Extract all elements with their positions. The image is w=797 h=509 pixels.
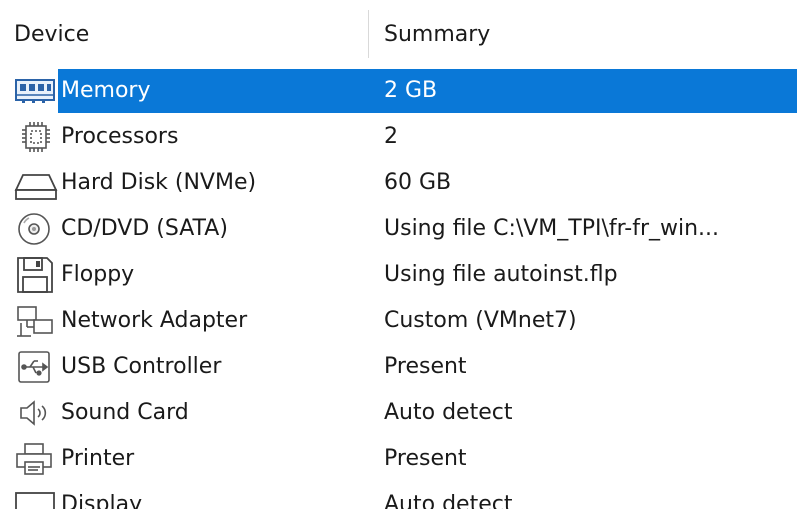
column-divider[interactable] — [368, 10, 369, 58]
device-summary: 60 GB — [384, 170, 452, 195]
device-row-cd-dvd[interactable]: CD/DVD (SATA) Using file C:\VM_TPI\fr-fr… — [0, 206, 797, 252]
device-name: Network Adapter — [61, 308, 248, 333]
device-cell: Display — [13, 482, 146, 509]
device-summary: Auto detect — [384, 400, 513, 425]
device-cell: Sound Card — [13, 390, 193, 436]
display-icon — [13, 485, 59, 509]
device-list: Device Summary Memory 2 GB Processors 2 … — [0, 0, 797, 509]
device-name: Memory — [61, 78, 151, 103]
device-summary: Auto detect — [384, 492, 513, 509]
processor-icon — [13, 117, 59, 157]
hard-disk-icon — [13, 163, 59, 203]
device-row-hard-disk[interactable]: Hard Disk (NVMe) 60 GB — [0, 160, 797, 206]
cd-dvd-icon — [13, 209, 59, 249]
device-cell: Memory — [13, 68, 154, 114]
device-row-memory[interactable]: Memory 2 GB — [0, 68, 797, 114]
device-name: Processors — [61, 124, 179, 149]
device-cell: Processors — [13, 114, 182, 160]
device-name: Display — [61, 492, 143, 509]
device-summary: 2 GB — [384, 78, 438, 103]
device-row-sound-card[interactable]: Sound Card Auto detect — [0, 390, 797, 436]
device-name: CD/DVD (SATA) — [61, 216, 228, 241]
device-row-processors[interactable]: Processors 2 — [0, 114, 797, 160]
device-summary: Present — [384, 354, 467, 379]
device-summary: Present — [384, 446, 467, 471]
device-cell: Floppy — [13, 252, 138, 298]
speaker-icon — [13, 393, 59, 433]
device-summary: Using file C:\VM_TPI\fr-fr_win... — [384, 216, 720, 241]
device-cell: USB Controller — [13, 344, 225, 390]
device-row-floppy[interactable]: Floppy Using file autoinst.flp — [0, 252, 797, 298]
device-row-network-adapter[interactable]: Network Adapter Custom (VMnet7) — [0, 298, 797, 344]
device-summary: Custom (VMnet7) — [384, 308, 577, 333]
device-cell: Network Adapter — [13, 298, 251, 344]
device-cell: Printer — [13, 436, 138, 482]
memory-icon — [13, 71, 59, 111]
device-name: Hard Disk (NVMe) — [61, 170, 257, 195]
usb-icon — [13, 347, 59, 387]
column-header-summary[interactable]: Summary — [384, 20, 490, 50]
device-name: Floppy — [61, 262, 135, 287]
device-name: Sound Card — [61, 400, 189, 425]
floppy-icon — [13, 255, 59, 295]
column-header-device[interactable]: Device — [14, 20, 89, 50]
printer-icon — [13, 439, 59, 479]
device-cell: Hard Disk (NVMe) — [13, 160, 260, 206]
device-row-usb-controller[interactable]: USB Controller Present — [0, 344, 797, 390]
device-row-display[interactable]: Display Auto detect — [0, 482, 797, 509]
device-rows: Memory 2 GB Processors 2 Hard Disk (NVMe… — [0, 68, 797, 509]
device-name: Printer — [61, 446, 135, 471]
list-header: Device Summary — [0, 0, 797, 66]
device-name: USB Controller — [61, 354, 222, 379]
device-summary: Using file autoinst.flp — [384, 262, 618, 287]
device-cell: CD/DVD (SATA) — [13, 206, 232, 252]
device-summary: 2 — [384, 124, 398, 149]
network-adapter-icon — [13, 301, 59, 341]
device-row-printer[interactable]: Printer Present — [0, 436, 797, 482]
